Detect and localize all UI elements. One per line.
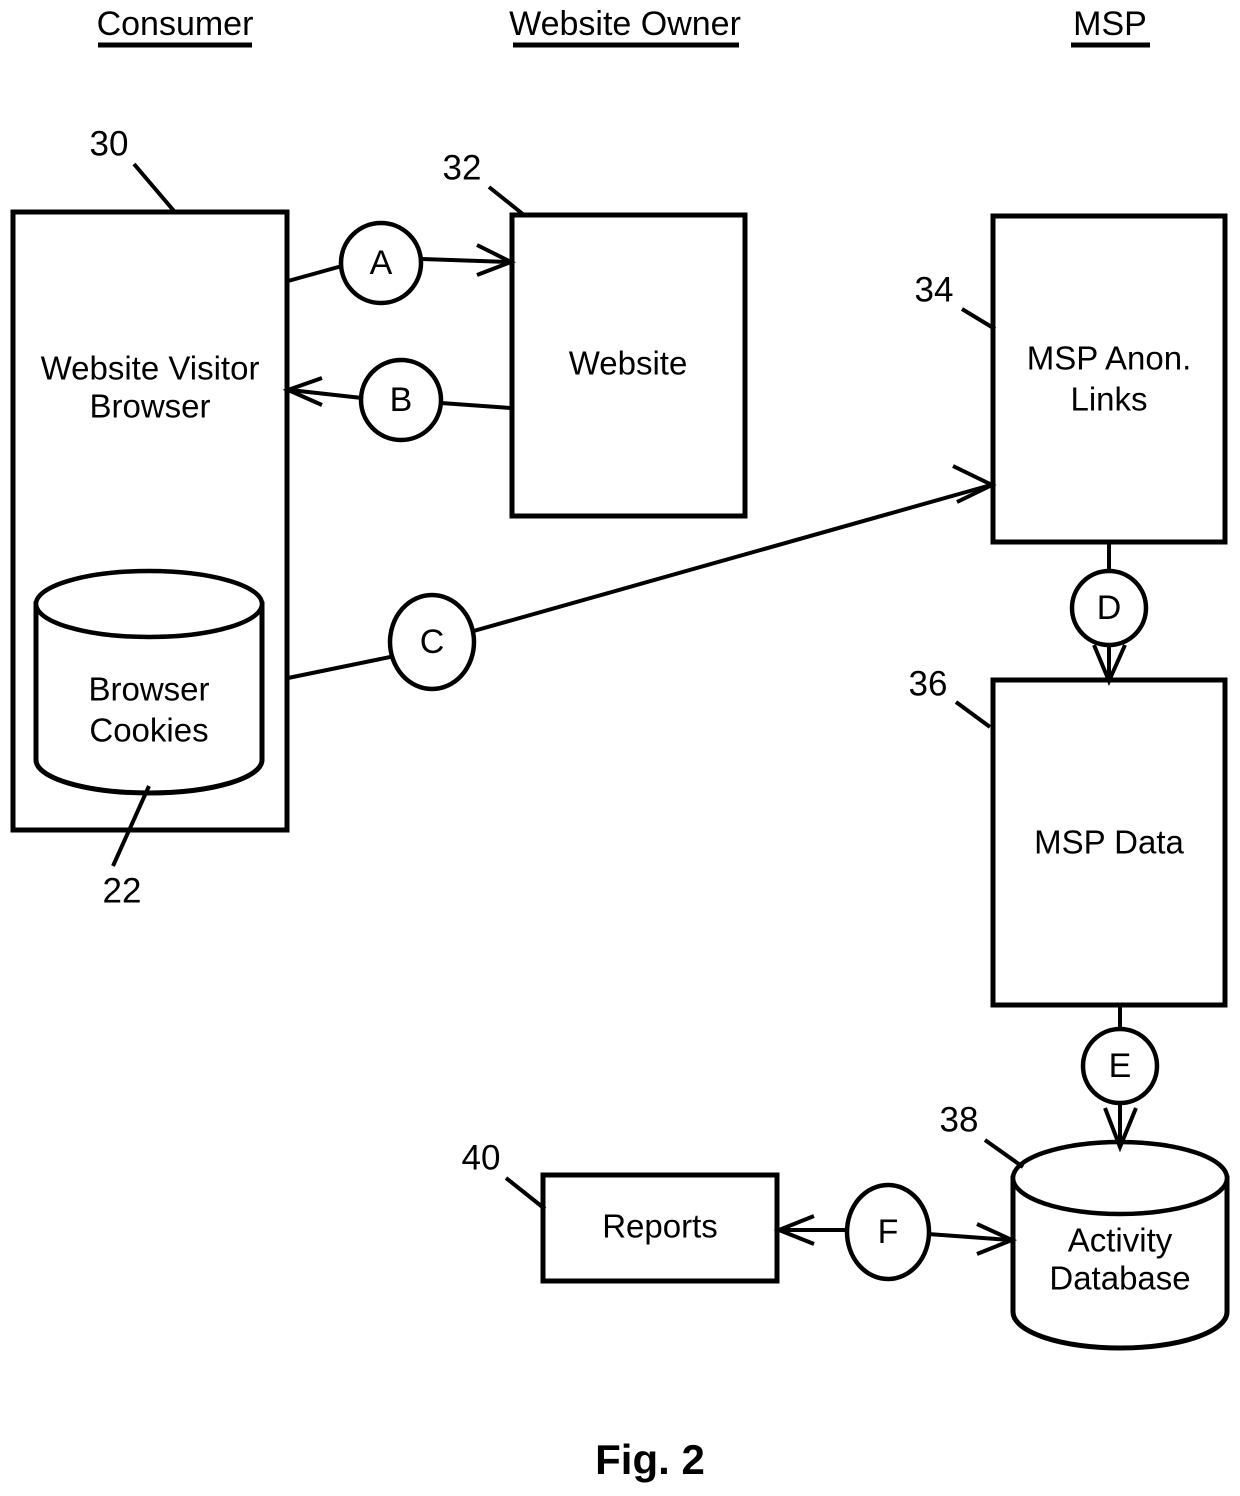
patent-figure: Consumer Website Owner MSP Website Visit… [0,0,1240,1496]
website-visitor-browser-label-line2: Browser [89,388,210,425]
browser-cookies-label-line2: Cookies [89,712,208,749]
reference-numeral-34: 34 [915,270,997,331]
reference-numeral-38: 38 [940,1100,1025,1169]
activity-database-label-line2: Database [1049,1260,1190,1297]
node-reports[interactable]: Reports [540,1172,780,1284]
flow-f-connector: F [773,1182,1018,1282]
msp-anon-links-box[interactable] [990,213,1228,545]
leader-line-32 [487,185,526,217]
lane-label-website-owner: Website Owner [509,5,741,43]
website-visitor-browser-label-line1: Website Visitor [41,350,260,387]
flow-e-connector: E [1080,1005,1160,1153]
flow-a-label: A [370,244,393,282]
node-activity-database[interactable]: Activity Database [1010,1139,1230,1351]
reference-numeral-32: 32 [443,148,526,217]
website-label-line1: Website [569,345,688,382]
ref-label-32: 32 [443,148,482,187]
msp-anon-links-label-line1: MSP Anon. [1027,340,1192,377]
lane-header-consumer: Consumer [97,5,254,48]
flow-a-line-right [421,257,511,264]
leader-line-36 [954,700,992,729]
figure-caption: Fig. 2 [595,1436,705,1483]
lane-label-consumer: Consumer [97,5,254,43]
diagram-canvas: Consumer Website Owner MSP Website Visit… [10,5,1230,1483]
flow-d-connector: D [1069,542,1149,687]
flow-c-arrowhead [952,464,997,504]
flow-c-line-left [287,654,396,680]
reference-numeral-36: 36 [909,664,992,729]
browser-cookies-cylinder-top [33,568,265,640]
flow-b-connector: B [282,357,511,443]
ref-label-38: 38 [940,1100,979,1139]
flow-a-connector: A [287,220,516,306]
leader-line-34 [960,307,997,331]
leader-line-38 [983,1138,1025,1169]
node-website[interactable]: Website [509,212,748,519]
activity-database-cylinder-top [1010,1139,1230,1217]
flow-f-label: F [878,1213,899,1251]
browser-cookies-label-line1: Browser [88,671,209,708]
ref-label-30: 30 [90,124,129,163]
flow-b-line-right [440,401,511,410]
lane-header-msp: MSP [1071,5,1150,48]
ref-label-34: 34 [915,270,954,309]
node-browser-cookies[interactable]: Browser Cookies [33,568,265,796]
flow-c-label: C [420,623,445,661]
flow-a-line-left [287,264,343,283]
activity-database-label-line1: Activity [1068,1222,1173,1259]
msp-data-label-line1: MSP Data [1034,824,1184,861]
ref-label-22: 22 [103,871,142,910]
lane-label-msp: MSP [1073,5,1147,43]
flow-b-label: B [390,381,413,419]
leader-line-30 [132,162,176,213]
ref-label-40: 40 [462,1138,501,1177]
node-msp-data[interactable]: MSP Data [990,677,1228,1008]
msp-anon-links-label-line2: Links [1070,381,1147,418]
node-msp-anon-links[interactable]: MSP Anon. Links [990,213,1228,545]
flow-d-label: D [1097,589,1122,627]
reports-label-line1: Reports [602,1208,718,1245]
reference-numeral-40: 40 [462,1138,547,1211]
leader-line-40 [504,1176,547,1211]
flow-e-label: E [1109,1047,1132,1085]
lane-header-website-owner: Website Owner [509,5,741,48]
reference-numeral-30: 30 [90,124,176,213]
ref-label-36: 36 [909,664,948,703]
